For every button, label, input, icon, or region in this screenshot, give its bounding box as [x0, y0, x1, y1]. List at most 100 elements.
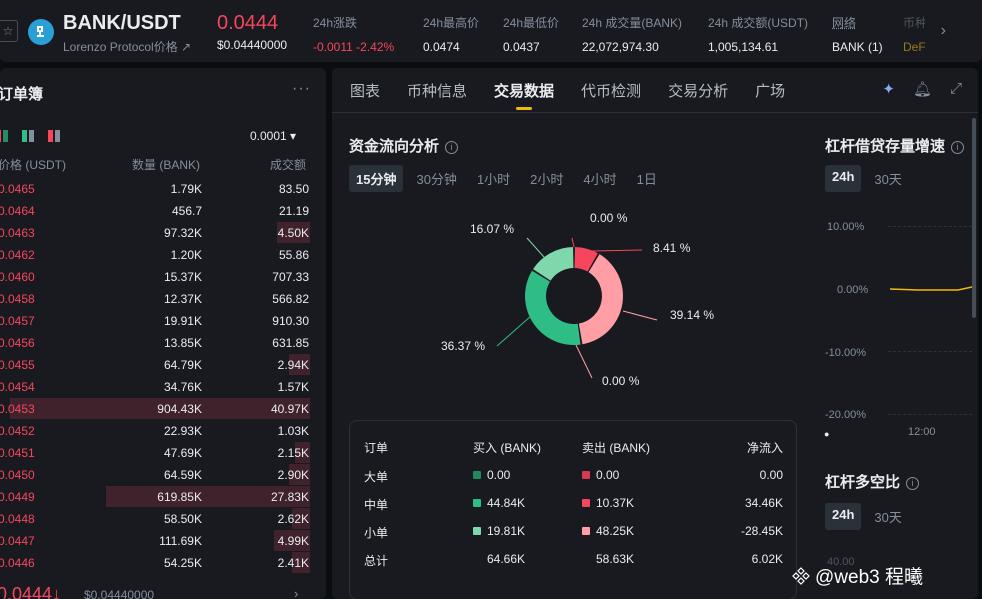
chevron-right-icon[interactable]: › [941, 22, 946, 40]
donut-leader-line [571, 237, 575, 248]
ask-row[interactable]: 0.0464 456.7 21.19 [0, 200, 326, 222]
coin-logo [28, 19, 54, 45]
ask-total: 55.86 [278, 248, 309, 262]
ask-row[interactable]: 0.0451 47.69K 2.15K [0, 442, 326, 464]
ask-total: 2.94K [277, 358, 309, 372]
last-price-usd: $0.04440000 [217, 38, 288, 52]
ask-row[interactable]: 0.0465 1.79K 83.50 [0, 178, 326, 200]
col-total: 成交额 [270, 158, 307, 172]
tab-token-check[interactable]: 代币检测 [581, 80, 641, 110]
range-24h[interactable]: 24h [825, 503, 862, 530]
buy-value: 19.81K [473, 524, 525, 538]
ask-row[interactable]: 0.0447 111.69K 4.99K [0, 530, 326, 552]
donut-leader-line [622, 310, 658, 321]
y-tick: 10.00% [827, 221, 865, 233]
ai-sparkle-icon[interactable]: ✦ [882, 80, 895, 98]
chevron-right-icon[interactable]: › [294, 586, 298, 599]
stat-label: 24h涨跌 [313, 16, 358, 30]
ask-row[interactable]: 0.0452 22.93K 1.03K [0, 420, 326, 442]
legend-dot: ● [824, 429, 830, 439]
net-value-text: 0.00 [759, 468, 783, 482]
ask-row[interactable]: 0.0446 54.25K 2.41K [0, 552, 326, 574]
interval-15m[interactable]: 15分钟 [349, 165, 404, 192]
ask-total: 631.85 [272, 336, 309, 350]
ask-qty: 13.85K [163, 336, 202, 350]
stat-network[interactable]: 网络 BANK (1) [832, 14, 883, 54]
stat-category: 币种 DeFi [903, 14, 925, 54]
ask-qty: 34.76K [163, 380, 202, 394]
watermark: @web3 程曦 [792, 562, 923, 589]
ask-qty: 456.7 [171, 204, 202, 218]
interval-2h[interactable]: 2小时 [523, 165, 570, 192]
donut-slice[interactable] [525, 270, 581, 345]
color-swatch [582, 499, 590, 507]
tab-trade-analysis[interactable]: 交易分析 [668, 80, 728, 110]
donut-label: 16.07 % [470, 222, 515, 236]
interval-1d[interactable]: 1日 [630, 165, 664, 192]
ask-row[interactable]: 0.0448 58.50K 2.62K [0, 508, 326, 530]
star-icon[interactable]: ☆ [0, 20, 18, 42]
ask-row[interactable]: 0.0457 19.91K 910.30 [0, 310, 326, 332]
ask-qty: 1.79K [170, 182, 202, 196]
tab-coin-info[interactable]: 币种信息 [407, 80, 467, 110]
both-sides-icon[interactable] [0, 130, 8, 142]
ask-price: 0.0450 [0, 468, 35, 482]
tab-square[interactable]: 广场 [755, 80, 785, 110]
bell-icon[interactable]: 🔔︎ [913, 80, 932, 98]
asks-only-icon[interactable] [48, 130, 60, 142]
ask-row[interactable]: 0.0456 13.85K 631.85 [0, 332, 326, 354]
range-30d[interactable]: 30天 [867, 503, 908, 530]
ask-row[interactable]: 0.0453 904.43K 40.97K [0, 398, 326, 420]
ask-qty: 619.85K [157, 490, 202, 504]
ask-row[interactable]: 0.0463 97.32K 4.50K [0, 222, 326, 244]
order-type: 中单 [364, 496, 388, 513]
ask-price: 0.0454 [0, 380, 35, 394]
info-icon[interactable]: i [951, 141, 965, 154]
interval-1h[interactable]: 1小时 [470, 165, 517, 192]
watermark-text: @web3 程曦 [815, 567, 923, 588]
ask-price: 0.0464 [0, 204, 35, 218]
ask-row[interactable]: 0.0454 34.76K 1.57K [0, 376, 326, 398]
fund-flow-title-text: 资金流向分析 [349, 138, 440, 155]
project-link[interactable]: Lorenzo Protocol价格 ↗ [63, 38, 191, 55]
stat-label: 24h最高价 [423, 16, 480, 30]
more-icon[interactable]: ··· [292, 80, 311, 98]
y-tick: 0.00% [837, 284, 869, 296]
ask-row[interactable]: 0.0450 64.59K 2.90K [0, 464, 326, 486]
precision-select[interactable]: 0.0001 ▾ [250, 129, 296, 143]
info-icon[interactable]: i [445, 141, 459, 154]
tab-chart[interactable]: 图表 [350, 80, 380, 110]
col-sell: 卖出 (BANK) [582, 441, 651, 455]
grid-line [888, 414, 972, 415]
ask-row[interactable]: 0.0455 64.79K 2.94K [0, 354, 326, 376]
stat-value: 0.0437 [503, 40, 540, 54]
stat-label: 网络 [832, 16, 857, 30]
tab-trading-data[interactable]: 交易数据 [494, 80, 554, 110]
ask-qty: 904.43K [157, 402, 202, 416]
pair-name: BANK/USDT [63, 12, 181, 34]
buy-value-text: 64.66K [487, 552, 526, 566]
ask-row[interactable]: 0.0460 15.37K 707.33 [0, 266, 326, 288]
orderbook-mode-switch [0, 130, 60, 142]
ask-row[interactable]: 0.0449 619.85K 27.83K [0, 486, 326, 508]
y-tick: -20.00% [825, 409, 866, 421]
ask-qty: 22.93K [163, 424, 202, 438]
buy-value-text: 0.00 [487, 468, 511, 482]
interval-30m[interactable]: 30分钟 [409, 165, 463, 192]
bids-only-icon[interactable] [22, 130, 34, 142]
stat-24h-volume: 24h 成交量(BANK) 22,072,974.30 [582, 14, 682, 54]
expand-icon[interactable]: ⤢ [950, 80, 962, 98]
ask-price: 0.0462 [0, 248, 35, 262]
scrollbar[interactable] [972, 118, 976, 318]
net-value: -28.45K [741, 524, 783, 538]
info-icon[interactable]: i [906, 477, 920, 490]
stat-value: DeFi [903, 40, 925, 54]
range-30d[interactable]: 30天 [867, 165, 908, 192]
ask-total: 4.99K [277, 534, 309, 548]
range-24h[interactable]: 24h [825, 165, 862, 192]
ask-row[interactable]: 0.0462 1.20K 55.86 [0, 244, 326, 266]
interval-4h[interactable]: 4小时 [576, 165, 623, 192]
ask-row[interactable]: 0.0458 12.37K 566.82 [0, 288, 326, 310]
grid-line [888, 226, 972, 227]
ask-qty: 19.91K [163, 314, 202, 328]
